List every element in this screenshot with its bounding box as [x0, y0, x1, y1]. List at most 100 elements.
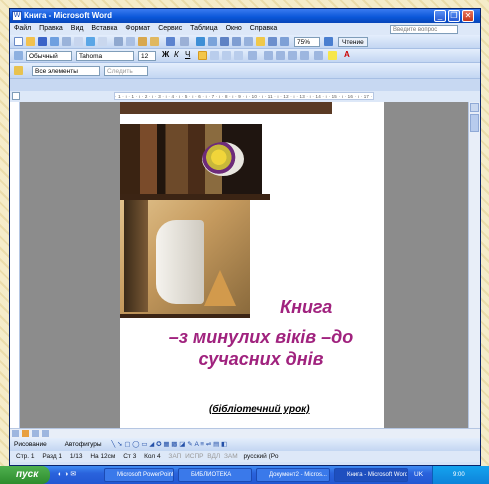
save-icon[interactable]: [38, 37, 47, 46]
drawing-toolbar: Рисование Автофигуры ╲ ➘ ▢ ◯ ▭ ◢ ✪ ▦ ▩ ◪…: [10, 438, 480, 451]
paste-icon[interactable]: [138, 37, 147, 46]
status-ext[interactable]: ВДЛ: [207, 453, 220, 460]
outline-view-icon[interactable]: [42, 430, 49, 437]
show-hide-icon[interactable]: [280, 37, 289, 46]
justify-icon[interactable]: [234, 51, 243, 60]
drawing-icon[interactable]: [256, 37, 265, 46]
status-ovr[interactable]: ЗАМ: [224, 453, 238, 460]
status-rec[interactable]: ЗАП: [168, 453, 181, 460]
menu-tools[interactable]: Сервис: [158, 25, 182, 32]
decrease-indent-icon[interactable]: [288, 51, 297, 60]
style-select[interactable]: Обычный: [26, 51, 72, 61]
task-kniga-word[interactable]: Книга - Microsoft Word: [334, 468, 408, 482]
track-select[interactable]: Следить: [104, 66, 148, 76]
document-page[interactable]: [120, 102, 384, 428]
bookshelf-image: [120, 124, 262, 200]
document-line1: –з минулих віків –до: [168, 327, 354, 347]
menu-window[interactable]: Окно: [226, 25, 242, 32]
align-left-icon[interactable]: [198, 51, 207, 60]
read-button[interactable]: Чтение: [338, 37, 368, 47]
horizontal-ruler[interactable]: · 1 · ı · 1 · ı · 2 · ı · 3 · ı · 4 · ı …: [10, 91, 480, 102]
start-button[interactable]: пуск: [0, 466, 50, 484]
cut-icon[interactable]: [114, 37, 123, 46]
word-app-icon[interactable]: W: [12, 11, 22, 21]
close-icon[interactable]: ✕: [462, 10, 474, 22]
status-bar: Стр. 1 Разд 1 1/13 На 12см Ст 3 Кол 4 ЗА…: [10, 451, 480, 462]
font-size-select[interactable]: 12: [138, 51, 156, 61]
normal-view-icon[interactable]: [12, 430, 19, 437]
web-view-icon[interactable]: [32, 430, 39, 437]
tab-selector-icon[interactable]: [12, 92, 20, 100]
status-at: На 12см: [90, 453, 116, 460]
permission-icon[interactable]: [50, 37, 59, 46]
language-indicator[interactable]: UK: [414, 468, 423, 482]
scroll-up-icon[interactable]: [470, 103, 479, 112]
underline-button[interactable]: Ч: [185, 50, 190, 59]
help-icon[interactable]: [324, 37, 333, 46]
show-markup-select[interactable]: Все элементы: [32, 66, 100, 76]
italic-button[interactable]: К: [174, 50, 179, 59]
spelling-icon[interactable]: [86, 37, 95, 46]
undo-icon[interactable]: [166, 37, 175, 46]
standard-toolbar: 75% Чтение: [10, 35, 480, 49]
columns-icon[interactable]: [244, 37, 253, 46]
menu-view[interactable]: Вид: [71, 25, 84, 32]
vertical-scrollbar[interactable]: [468, 102, 480, 428]
quick-launch-icons[interactable]: ◐ ◑ ✉: [58, 469, 92, 481]
vertical-ruler[interactable]: [10, 102, 20, 428]
minimize-icon[interactable]: _: [434, 10, 446, 22]
help-search-input[interactable]: Введите вопрос: [390, 25, 458, 34]
status-trk[interactable]: ИСПР: [185, 453, 203, 460]
zoom-select[interactable]: 75%: [294, 37, 320, 47]
reviewing-toolbar: Все элементы Следить: [10, 63, 480, 79]
menu-format[interactable]: Формат: [125, 25, 150, 32]
menu-file[interactable]: Файл: [14, 25, 31, 32]
tables-borders-icon[interactable]: [208, 37, 217, 46]
task-document2[interactable]: Документ2 - Micros...: [256, 468, 330, 482]
menu-table[interactable]: Таблица: [190, 25, 217, 32]
new-document-icon[interactable]: [14, 37, 23, 46]
increase-indent-icon[interactable]: [300, 51, 309, 60]
shape-tools-icons[interactable]: ╲ ➘ ▢ ◯ ▭ ◢ ✪ ▦ ▩ ◪ ✎ A ≡ ⇌ ▤ ◧: [111, 441, 227, 448]
line-spacing-icon[interactable]: [248, 51, 257, 60]
menu-help[interactable]: Справка: [250, 25, 277, 32]
clock: 9:00: [453, 472, 465, 478]
review-icon[interactable]: [14, 66, 23, 75]
status-section: Разд 1: [42, 453, 63, 460]
font-select[interactable]: Tahoma: [76, 51, 134, 61]
font-color-icon[interactable]: A: [344, 50, 350, 59]
horizontal-scrollbar[interactable]: [10, 428, 480, 438]
menu-edit[interactable]: Правка: [39, 25, 63, 32]
bullets-icon[interactable]: [276, 51, 285, 60]
research-icon[interactable]: [98, 37, 107, 46]
bold-button[interactable]: Ж: [162, 50, 169, 59]
open-folder-icon[interactable]: [26, 37, 35, 46]
menu-insert[interactable]: Вставка: [91, 25, 117, 32]
task-library-folder[interactable]: БИБЛИОТЕКА: [178, 468, 252, 482]
task-powerpoint[interactable]: Microsoft PowerPoint ...: [104, 468, 174, 482]
maximize-icon[interactable]: ❐: [448, 10, 460, 22]
scroll-thumb[interactable]: [470, 114, 479, 132]
open-book-pages: [156, 220, 204, 304]
insert-table-icon[interactable]: [220, 37, 229, 46]
autoshapes-menu[interactable]: Автофигуры: [65, 441, 102, 448]
hyperlink-icon[interactable]: [196, 37, 205, 46]
numbering-icon[interactable]: [264, 51, 273, 60]
format-painter-icon[interactable]: [150, 37, 159, 46]
print-layout-icon[interactable]: [22, 430, 29, 437]
status-col: Кол 4: [144, 453, 161, 460]
align-right-icon[interactable]: [222, 51, 231, 60]
status-pages: 1/13: [69, 453, 83, 460]
print-icon[interactable]: [62, 37, 71, 46]
highlight-icon[interactable]: [328, 51, 337, 60]
draw-menu[interactable]: Рисование: [14, 441, 47, 448]
insert-excel-icon[interactable]: [232, 37, 241, 46]
redo-icon[interactable]: [180, 37, 189, 46]
borders-icon[interactable]: [314, 51, 323, 60]
styles-pane-icon[interactable]: [14, 51, 23, 60]
print-preview-icon[interactable]: [74, 37, 83, 46]
document-map-icon[interactable]: [268, 37, 277, 46]
align-center-icon[interactable]: [210, 51, 219, 60]
copy-icon[interactable]: [126, 37, 135, 46]
word-window: Книга - Microsoft Word W _ ❐ ✕ Файл Прав…: [9, 8, 481, 466]
